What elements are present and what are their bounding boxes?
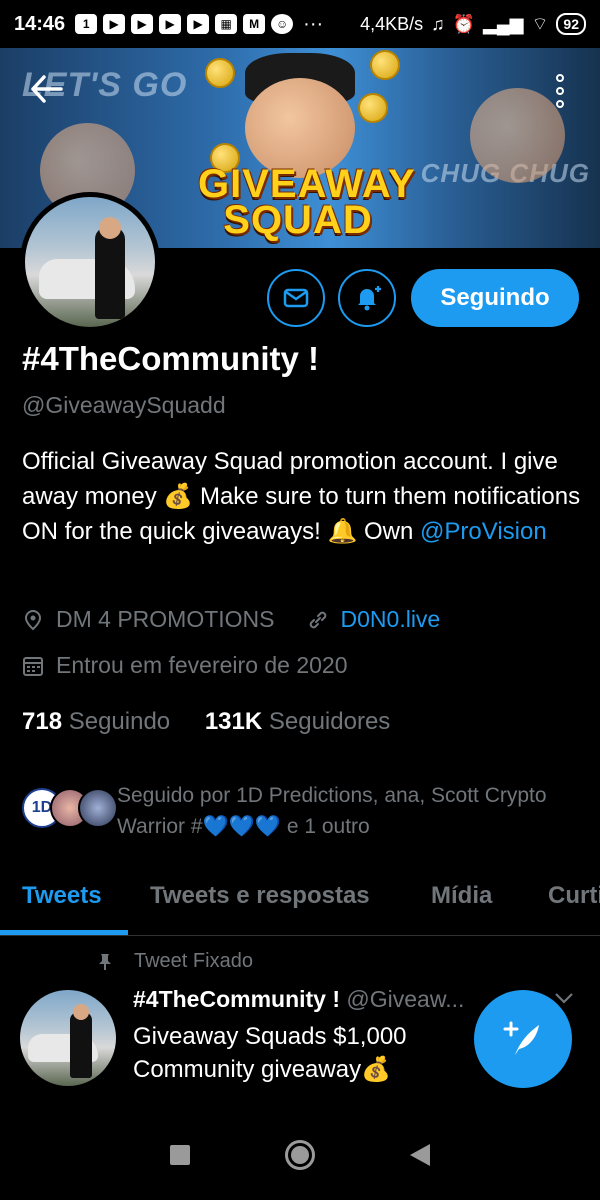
profile-meta-row: DM 4 PROMOTIONS D0N0.live xyxy=(22,606,440,633)
follower-avatar xyxy=(78,788,118,828)
home-icon[interactable] xyxy=(285,1140,315,1170)
tab-likes[interactable]: Curtidas xyxy=(548,882,600,910)
coin-icon xyxy=(358,93,388,123)
profile-joined-date: Entrou em fevereiro de 2020 xyxy=(56,652,348,678)
youtube-icon: ▶ xyxy=(187,14,210,34)
tweet-author-handle: @Giveaw... xyxy=(346,986,465,1012)
recent-apps-icon[interactable] xyxy=(170,1145,190,1165)
tab-tweets-replies[interactable]: Tweets e respostas xyxy=(150,882,370,910)
profile-handle: @GiveawaySquadd xyxy=(22,392,226,418)
link-icon xyxy=(309,611,326,628)
active-tab-indicator xyxy=(0,930,128,935)
tab-tweets[interactable]: Tweets xyxy=(22,882,102,910)
gmail-icon: M xyxy=(243,14,266,34)
banner-right-face xyxy=(470,88,565,183)
tweet-author-avatar[interactable] xyxy=(20,990,116,1086)
grid-icon: ▦ xyxy=(215,14,238,34)
banner-title: GIVEAWAY SQUAD xyxy=(198,162,416,242)
mail-icon xyxy=(283,288,309,308)
battery-icon: 92 xyxy=(556,13,586,35)
screen-icon: 1 xyxy=(75,14,98,34)
followed-by-section[interactable]: 1D Seguido por 1D Predictions, ana, Scot… xyxy=(22,780,582,840)
back-triangle-icon[interactable] xyxy=(410,1144,430,1166)
pinned-label: Tweet Fixado xyxy=(134,950,253,972)
followed-by-text: Seguido por 1D Predictions, ana, Scott C… xyxy=(117,784,547,838)
network-speed: 4,4KB/s xyxy=(360,13,424,34)
notifications-button[interactable] xyxy=(338,269,396,327)
follow-counts: 718 Seguindo 131K Seguidores xyxy=(22,708,390,736)
profile-location: DM 4 PROMOTIONS xyxy=(56,606,275,632)
profile-joined-row: Entrou em fevereiro de 2020 xyxy=(22,652,348,679)
pinned-label-row: Tweet Fixado xyxy=(96,950,253,973)
emoji-icon: ☺ xyxy=(271,14,294,34)
status-time: 14:46 xyxy=(14,12,66,35)
followers-count-link[interactable]: 131K Seguidores xyxy=(205,708,390,735)
coin-icon xyxy=(205,58,235,88)
profile-name: #4TheCommunity ! xyxy=(22,340,320,377)
wifi-icon: ⌔ xyxy=(531,13,549,34)
tweet-header: #4TheCommunity ! @Giveaw... xyxy=(133,986,464,1013)
location-icon xyxy=(24,609,42,630)
headphones-icon: ♫ xyxy=(431,13,445,34)
profile-website-link[interactable]: D0N0.live xyxy=(341,606,441,633)
message-button[interactable] xyxy=(267,269,325,327)
pin-icon xyxy=(99,953,111,970)
youtube-icon: ▶ xyxy=(159,14,182,34)
more-notifications-icon: ··· xyxy=(303,12,324,35)
back-arrow-icon[interactable] xyxy=(30,74,64,113)
system-navigation-bar xyxy=(0,1110,600,1200)
profile-tabs: Tweets Tweets e respostas Mídia Curtidas xyxy=(0,870,600,936)
youtube-icon: ▶ xyxy=(103,14,126,34)
bio-mention-link[interactable]: @ProVision xyxy=(420,518,547,545)
compose-tweet-button[interactable] xyxy=(474,990,572,1088)
feather-plus-icon xyxy=(503,1021,539,1055)
bell-plus-icon xyxy=(358,286,381,311)
tweet-author-name: #4TheCommunity ! xyxy=(133,986,341,1012)
tweet-text: Giveaway Squads $1,000 Community giveawa… xyxy=(133,1023,407,1083)
calendar-icon xyxy=(23,656,43,676)
following-count-link[interactable]: 718 Seguindo xyxy=(22,708,170,735)
signal-icon: ▂▄▆ xyxy=(483,13,524,34)
alarm-off-icon: ⏰ xyxy=(452,13,476,34)
status-bar: 14:46 1 ▶ ▶ ▶ ▶ ▦ M ☺ ··· 4,4KB/s ♫ ⏰ ▂▄… xyxy=(0,0,600,48)
youtube-icon: ▶ xyxy=(131,14,154,34)
profile-bio: Official Giveaway Squad promotion accoun… xyxy=(22,448,581,545)
following-button[interactable]: Seguindo xyxy=(411,269,579,327)
coin-icon xyxy=(370,50,400,80)
notification-icons: 1 ▶ ▶ ▶ ▶ ▦ M ☺ ··· xyxy=(75,13,323,36)
tab-media[interactable]: Mídia xyxy=(431,882,492,910)
more-options-icon[interactable] xyxy=(556,74,564,108)
profile-avatar[interactable] xyxy=(20,192,160,332)
